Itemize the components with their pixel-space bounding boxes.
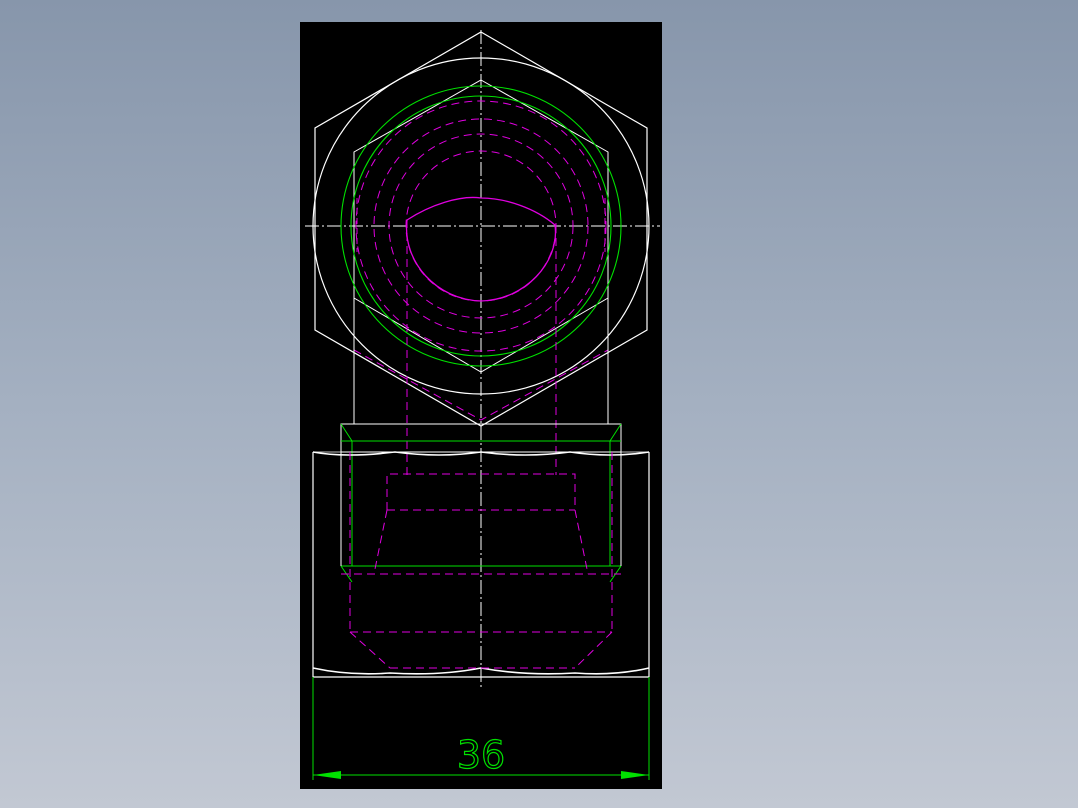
cad-viewport[interactable]: 36: [0, 0, 1078, 808]
dimension-value: 36: [457, 733, 505, 777]
